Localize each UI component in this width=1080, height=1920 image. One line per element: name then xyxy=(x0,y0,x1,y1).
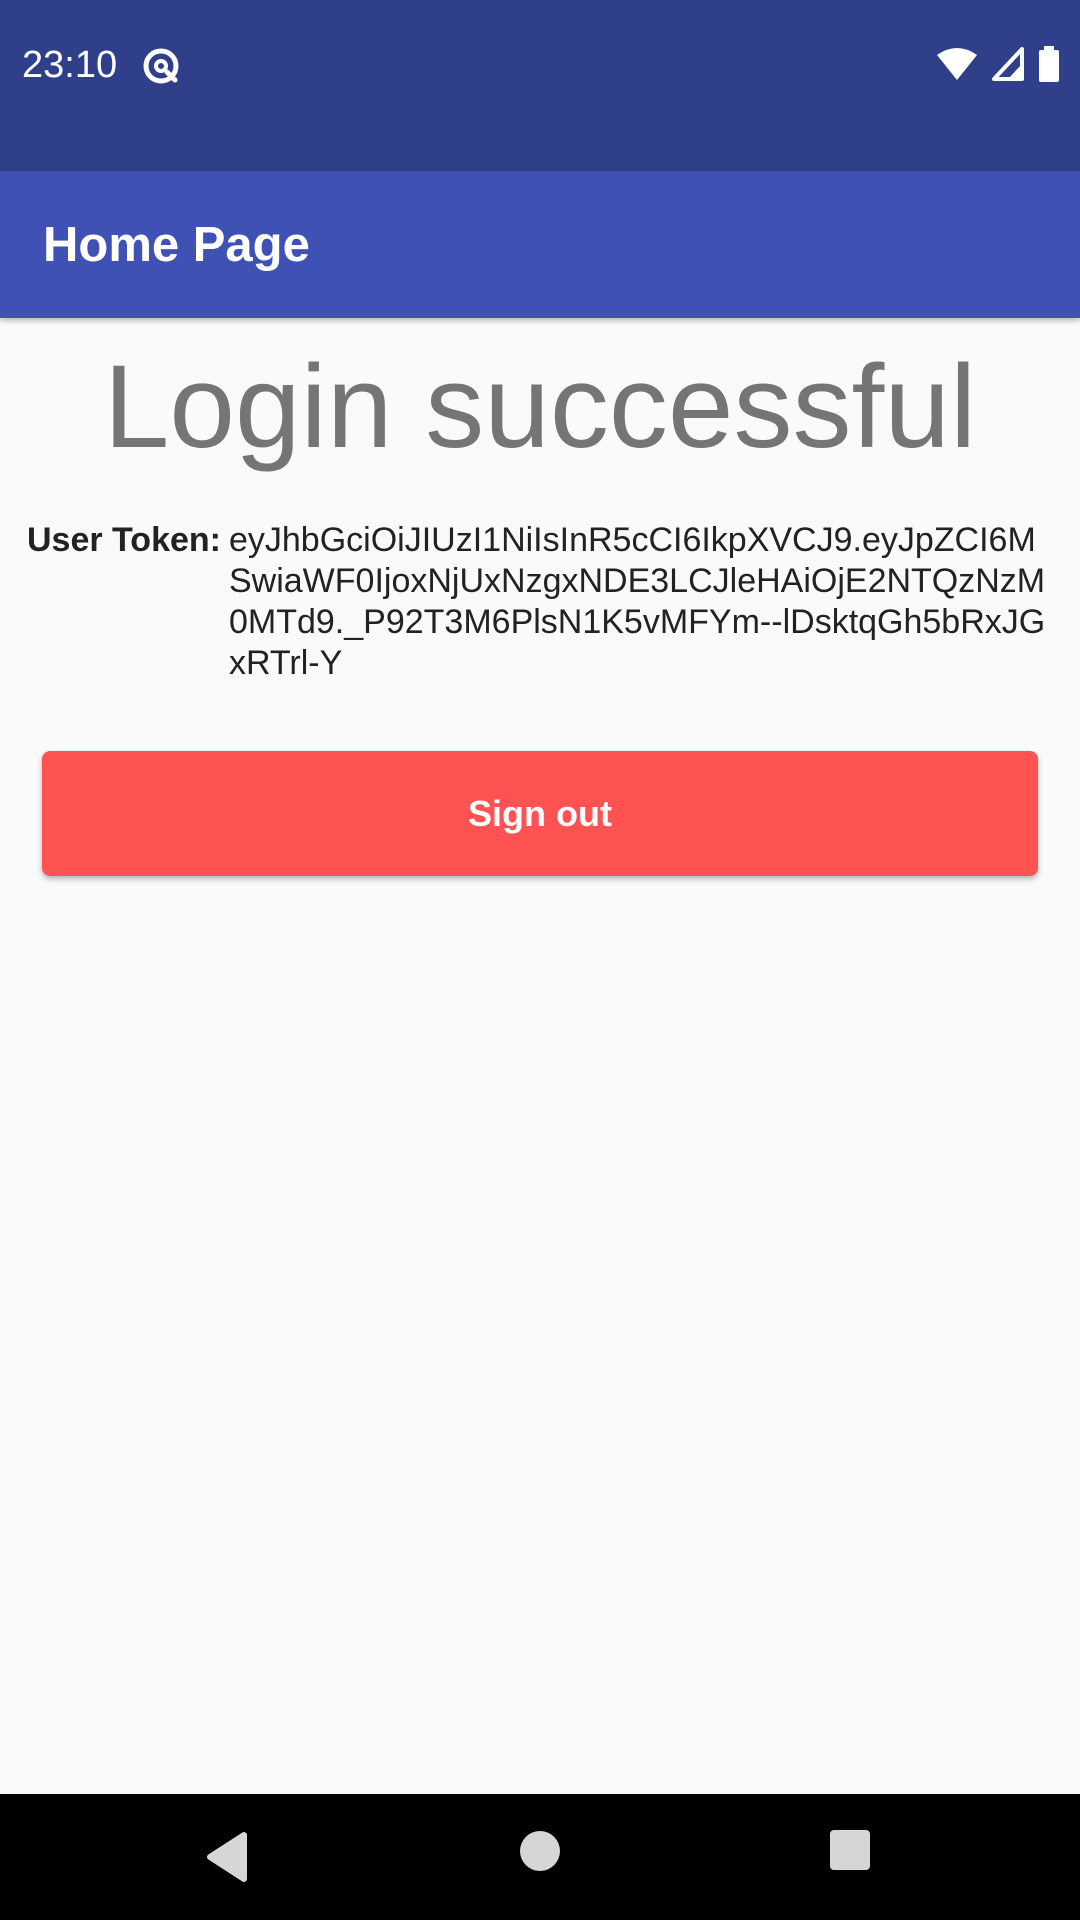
user-token-row: User Token: eyJhbGciOiJIUzI1NiIsInR5cCI6… xyxy=(27,520,1057,684)
app-bar: Home Page xyxy=(0,171,1080,318)
status-time: 23:10 xyxy=(22,44,118,86)
status-bar: 23:10 xyxy=(0,0,1080,171)
screen: 23:10 Home Page Login successful User To… xyxy=(0,0,1080,1920)
sign-out-button[interactable]: Sign out xyxy=(42,751,1038,876)
user-token-value: eyJhbGciOiJIUzI1NiIsInR5cCI6IkpXVCJ9.eyJ… xyxy=(228,521,1046,682)
recents-icon[interactable] xyxy=(830,1830,870,1870)
navigation-bar xyxy=(0,1794,1080,1920)
back-icon[interactable] xyxy=(204,1829,248,1885)
page-title: Home Page xyxy=(43,218,310,272)
wifi-icon xyxy=(936,47,978,86)
login-success-heading: Login successful xyxy=(103,341,977,473)
status-icons xyxy=(936,45,1060,87)
at-sign-circle-icon xyxy=(141,46,181,86)
battery-icon xyxy=(1038,45,1060,87)
user-token-label: User Token: xyxy=(27,521,221,559)
cell-signal-icon xyxy=(992,46,1024,86)
home-icon[interactable] xyxy=(520,1831,560,1871)
